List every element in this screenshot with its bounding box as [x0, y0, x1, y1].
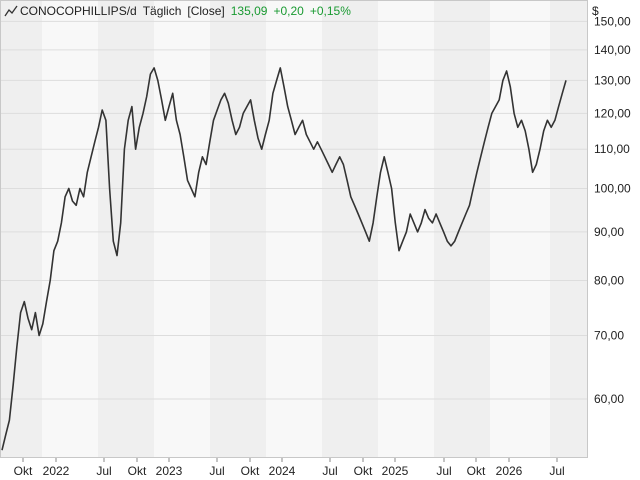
month-band [0, 0, 42, 458]
x-tick-label: Jul [549, 464, 564, 478]
month-band [210, 0, 266, 458]
x-tick-label: Okt [467, 464, 486, 478]
price-change: +0,20 [273, 4, 304, 18]
month-band [550, 0, 588, 458]
month-bands [0, 0, 588, 458]
price-chart[interactable]: $ 150,00140,00130,00120,00110,00100,0090… [0, 0, 640, 480]
x-tick-label: Jul [322, 464, 337, 478]
x-tick-label: Okt [354, 464, 373, 478]
x-tick-label: 2025 [382, 464, 409, 478]
y-tick-label: 80,00 [594, 273, 624, 287]
month-band [98, 0, 154, 458]
x-tick-label: Okt [241, 464, 260, 478]
chart-legend: CONOCOPHILLIPS/d Täglich [Close] 135,09 … [4, 4, 357, 18]
month-band [42, 0, 98, 458]
x-tick-label: 2022 [43, 464, 70, 478]
x-tick-label: Okt [128, 464, 147, 478]
line-chart-icon [4, 5, 18, 17]
month-band [154, 0, 210, 458]
price-change-pct: +0,15% [309, 4, 351, 18]
x-tick-label: Jul [209, 464, 224, 478]
x-tick-label: Okt [14, 464, 33, 478]
y-tick-label: 120,00 [594, 106, 631, 120]
x-tick-label: Jul [96, 464, 111, 478]
y-tick-label: 70,00 [594, 328, 624, 342]
y-tick-label: 140,00 [594, 43, 631, 57]
x-axis: Okt 2022 Jul Okt 2023 Jul Okt 2024 Jul Okt 2025 Jul… [14, 458, 565, 478]
y-axis: 150,00 140,00 130,00 120,00 110,00 100,00 90,0… [594, 14, 631, 406]
month-band [378, 0, 434, 458]
price-type-label[interactable]: [Close] [187, 4, 224, 18]
month-band [322, 0, 378, 458]
y-tick-label: 150,00 [594, 14, 631, 28]
y-tick-label: 110,00 [594, 142, 630, 156]
x-tick-label: 2024 [269, 464, 296, 478]
interval-label[interactable]: Täglich [143, 4, 182, 18]
month-band [490, 0, 550, 458]
symbol-label[interactable]: CONOCOPHILLIPS/d [20, 4, 137, 18]
y-tick-label: 60,00 [594, 392, 624, 406]
month-band [266, 0, 322, 458]
y-tick-label: 100,00 [594, 182, 631, 196]
last-price: 135,09 [230, 4, 268, 18]
y-tick-label: 90,00 [594, 225, 624, 239]
x-tick-label: 2023 [156, 464, 183, 478]
x-tick-label: 2026 [496, 464, 523, 478]
y-tick-label: 130,00 [594, 73, 631, 87]
x-tick-label: Jul [436, 464, 451, 478]
